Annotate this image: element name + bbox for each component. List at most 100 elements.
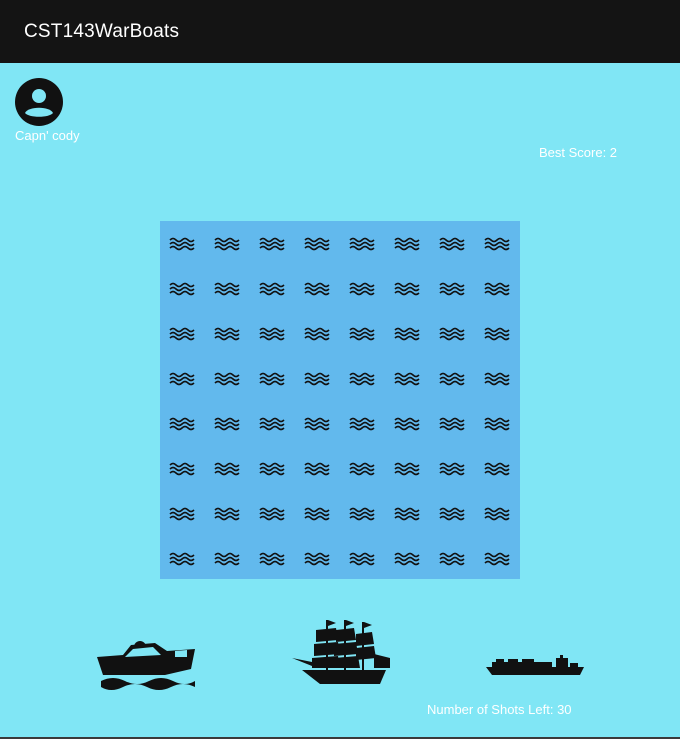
board-cell[interactable]: [475, 311, 520, 356]
board-cell[interactable]: [295, 311, 340, 356]
board-cell[interactable]: [430, 446, 475, 491]
board-cell[interactable]: [205, 356, 250, 401]
board-cell[interactable]: [430, 491, 475, 536]
board-cell[interactable]: [430, 311, 475, 356]
board-cell[interactable]: [430, 401, 475, 446]
board-cell[interactable]: [385, 266, 430, 311]
water-waves-icon: [258, 417, 285, 430]
water-waves-icon: [393, 327, 420, 340]
water-waves-icon: [348, 462, 375, 475]
board-cell[interactable]: [475, 446, 520, 491]
player-name: Capn' cody: [15, 128, 80, 143]
board-cell[interactable]: [205, 491, 250, 536]
board-cell[interactable]: [475, 491, 520, 536]
board-cell[interactable]: [475, 401, 520, 446]
board-cell[interactable]: [295, 401, 340, 446]
board-cell[interactable]: [385, 356, 430, 401]
water-waves-icon: [168, 237, 195, 250]
board-cell[interactable]: [250, 266, 295, 311]
board-cell[interactable]: [250, 446, 295, 491]
board-cell[interactable]: [295, 266, 340, 311]
board-cell[interactable]: [205, 311, 250, 356]
board-cell[interactable]: [160, 491, 205, 536]
water-waves-icon: [303, 417, 330, 430]
water-waves-icon: [303, 462, 330, 475]
board-cell[interactable]: [340, 311, 385, 356]
water-waves-icon: [213, 417, 240, 430]
water-waves-icon: [438, 462, 465, 475]
water-waves-icon: [303, 552, 330, 565]
sailing-ship-icon: [290, 618, 392, 690]
water-waves-icon: [213, 507, 240, 520]
water-waves-icon: [258, 327, 285, 340]
board-cell[interactable]: [205, 446, 250, 491]
board-cell[interactable]: [250, 491, 295, 536]
board-cell[interactable]: [250, 221, 295, 266]
board-cell[interactable]: [340, 491, 385, 536]
board-cell[interactable]: [295, 356, 340, 401]
board-cell[interactable]: [475, 356, 520, 401]
board-cell[interactable]: [160, 536, 205, 581]
water-waves-icon: [168, 417, 195, 430]
board-cell[interactable]: [385, 401, 430, 446]
board-cell[interactable]: [295, 491, 340, 536]
board-cell[interactable]: [340, 356, 385, 401]
water-waves-icon: [348, 372, 375, 385]
water-waves-icon: [393, 372, 420, 385]
board-cell[interactable]: [430, 356, 475, 401]
board-cell[interactable]: [475, 221, 520, 266]
water-waves-icon: [483, 417, 510, 430]
player-avatar-icon[interactable]: [15, 78, 63, 126]
board-cell[interactable]: [250, 536, 295, 581]
water-waves-icon: [168, 462, 195, 475]
board-cell[interactable]: [205, 536, 250, 581]
board-cell[interactable]: [340, 446, 385, 491]
water-waves-icon: [213, 327, 240, 340]
board-cell[interactable]: [205, 266, 250, 311]
water-waves-icon: [303, 507, 330, 520]
board-cell[interactable]: [430, 536, 475, 581]
water-waves-icon: [258, 237, 285, 250]
water-waves-icon: [213, 462, 240, 475]
board-cell[interactable]: [295, 221, 340, 266]
board-cell[interactable]: [295, 536, 340, 581]
board-cell[interactable]: [160, 221, 205, 266]
board-cell[interactable]: [160, 356, 205, 401]
water-waves-icon: [258, 282, 285, 295]
water-waves-icon: [258, 372, 285, 385]
board-cell[interactable]: [250, 356, 295, 401]
water-waves-icon: [483, 552, 510, 565]
board-cell[interactable]: [295, 446, 340, 491]
water-waves-icon: [258, 552, 285, 565]
board-cell[interactable]: [340, 536, 385, 581]
board-cell[interactable]: [205, 221, 250, 266]
board-cell[interactable]: [340, 266, 385, 311]
board-cell[interactable]: [250, 401, 295, 446]
board-cell[interactable]: [385, 491, 430, 536]
board-cell[interactable]: [160, 266, 205, 311]
cargo-ship-icon: [484, 655, 586, 677]
board-cell[interactable]: [430, 221, 475, 266]
water-waves-icon: [483, 507, 510, 520]
board-cell[interactable]: [250, 311, 295, 356]
water-waves-icon: [168, 507, 195, 520]
water-waves-icon: [438, 237, 465, 250]
water-waves-icon: [438, 552, 465, 565]
water-waves-icon: [303, 282, 330, 295]
water-waves-icon: [438, 372, 465, 385]
board-cell[interactable]: [385, 221, 430, 266]
board-cell[interactable]: [475, 266, 520, 311]
board-cell[interactable]: [385, 536, 430, 581]
board-cell[interactable]: [160, 401, 205, 446]
board-cell[interactable]: [475, 536, 520, 581]
board-cell[interactable]: [160, 311, 205, 356]
board-cell[interactable]: [385, 311, 430, 356]
water-waves-icon: [393, 417, 420, 430]
board-cell[interactable]: [430, 266, 475, 311]
board-cell[interactable]: [340, 401, 385, 446]
water-waves-icon: [168, 327, 195, 340]
board-cell[interactable]: [160, 446, 205, 491]
board-cell[interactable]: [385, 446, 430, 491]
board-cell[interactable]: [205, 401, 250, 446]
board-cell[interactable]: [340, 221, 385, 266]
